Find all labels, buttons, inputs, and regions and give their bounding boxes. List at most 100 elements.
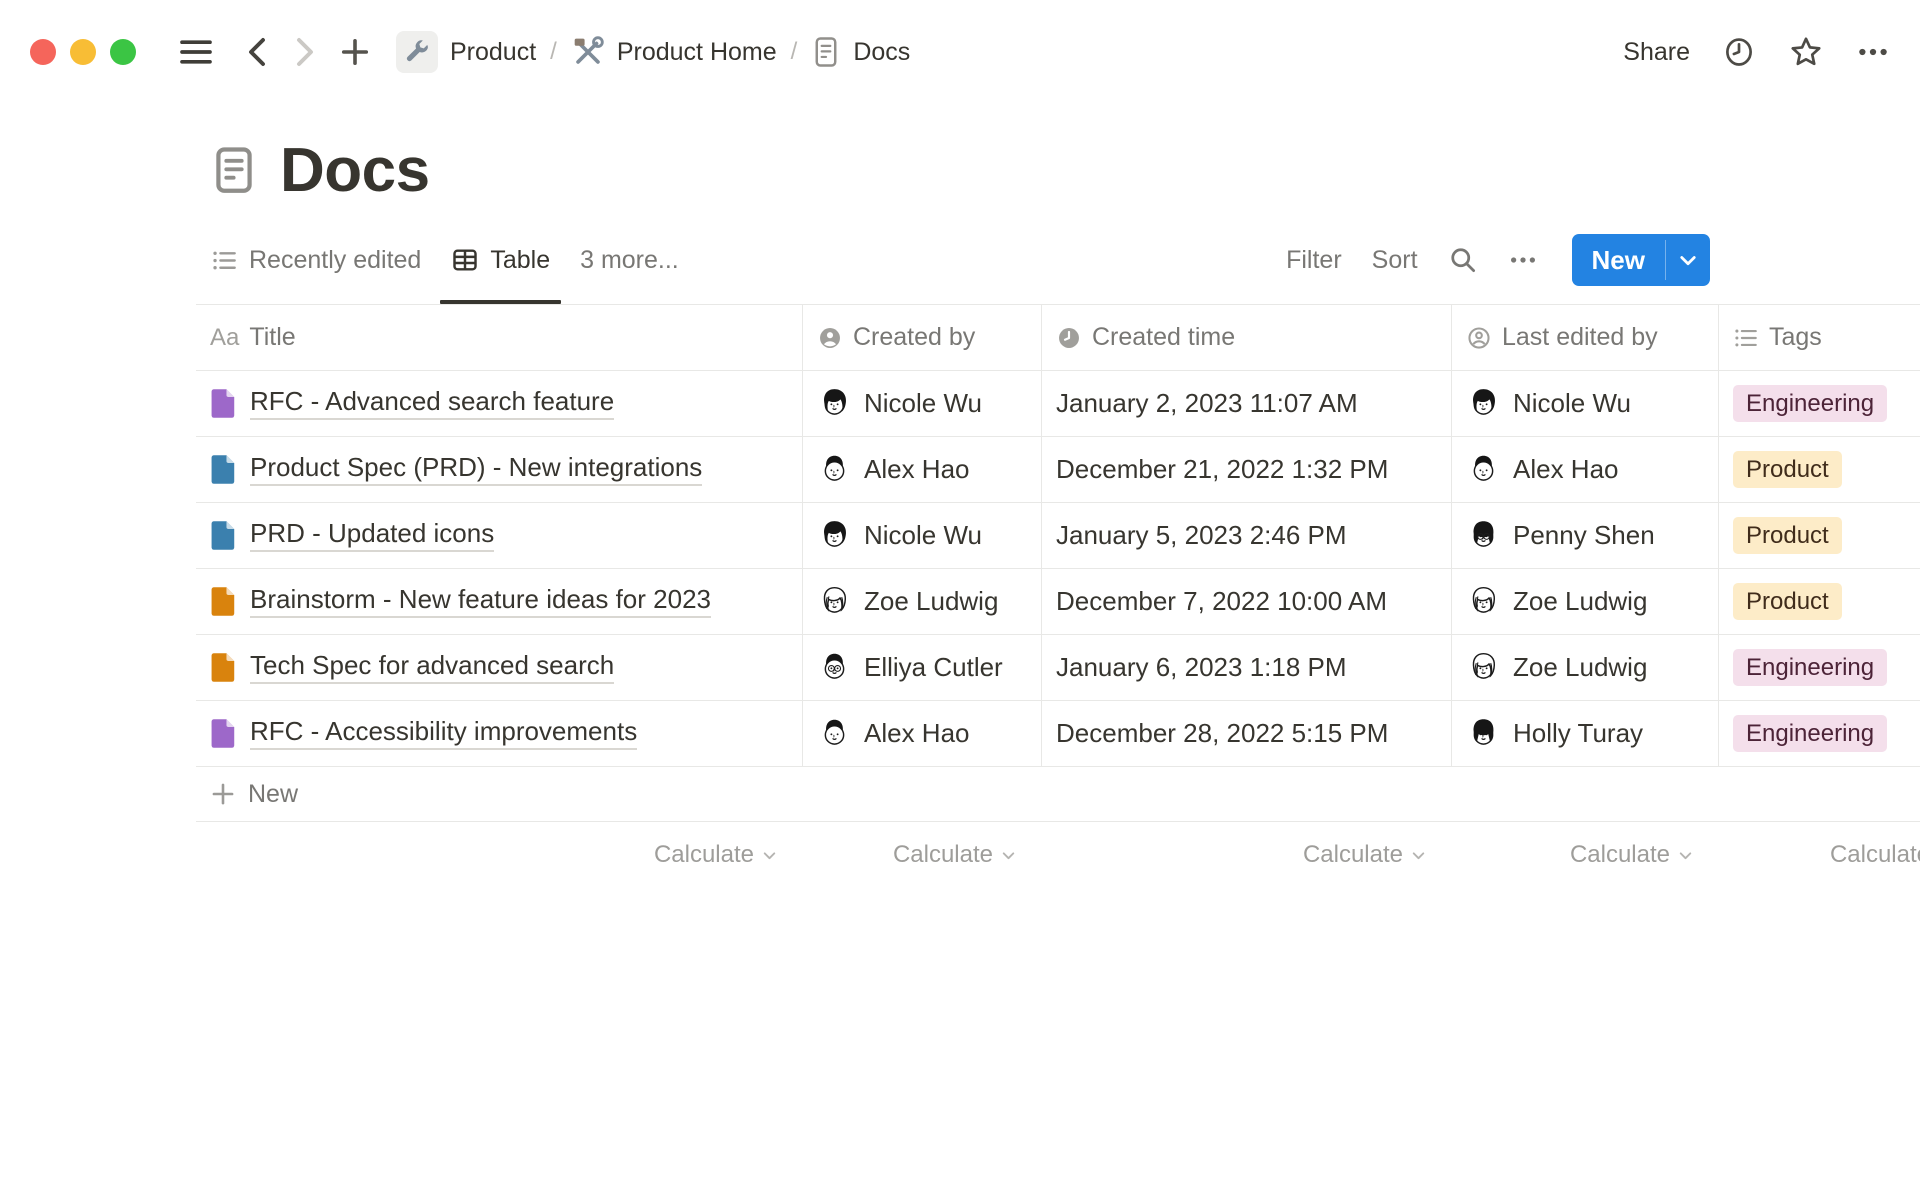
close-window-button[interactable] <box>30 39 56 65</box>
title-cell[interactable]: Product Spec (PRD) - New integrations <box>196 437 802 503</box>
share-button[interactable]: Share <box>1623 38 1690 67</box>
minimize-window-button[interactable] <box>70 39 96 65</box>
tag-pill[interactable]: Product <box>1733 451 1842 488</box>
tags-cell[interactable]: Product <box>1718 569 1920 635</box>
created-by-name: Alex Hao <box>864 718 970 749</box>
title-cell[interactable]: PRD - Updated icons <box>196 503 802 569</box>
tags-cell[interactable]: Product <box>1718 503 1920 569</box>
zoom-window-button[interactable] <box>110 39 136 65</box>
favorite-star-icon[interactable] <box>1788 34 1824 70</box>
tag-pill[interactable]: Product <box>1733 517 1842 554</box>
created-by-cell[interactable]: Elliya Cutler <box>802 635 1041 701</box>
tags-cell[interactable]: Engineering <box>1718 701 1920 767</box>
tags-cell[interactable]: Product <box>1718 437 1920 503</box>
calculate-created-time[interactable]: Calculate <box>1041 822 1451 888</box>
created-by-name: Nicole Wu <box>864 388 982 419</box>
back-button[interactable] <box>244 37 270 67</box>
calculate-title[interactable]: Calculate <box>196 822 802 888</box>
column-header-label: Created by <box>853 323 975 352</box>
last-edited-by-cell[interactable]: Holly Turay <box>1451 701 1718 767</box>
row-title-text[interactable]: Product Spec (PRD) - New integrations <box>250 453 702 487</box>
more-options-icon[interactable] <box>1856 35 1890 69</box>
breadcrumb-label-product-home[interactable]: Product Home <box>617 38 777 67</box>
created-by-cell[interactable]: Alex Hao <box>802 701 1041 767</box>
row-title-text[interactable]: Brainstorm - New feature ideas for 2023 <box>250 585 711 619</box>
last-edited-by-cell[interactable]: Zoe Ludwig <box>1451 569 1718 635</box>
traffic-lights <box>30 39 136 65</box>
title-cell[interactable]: Brainstorm - New feature ideas for 2023 <box>196 569 802 635</box>
updates-clock-icon[interactable] <box>1722 35 1756 69</box>
doc-page-icon <box>210 520 237 551</box>
new-button-group: New <box>1572 234 1710 286</box>
sidebar-menu-icon[interactable] <box>178 38 214 66</box>
add-row-label: New <box>248 780 298 809</box>
add-row-button[interactable]: New <box>196 767 1920 822</box>
breadcrumb-item-product[interactable] <box>396 31 438 73</box>
column-header-created-time[interactable]: Created time <box>1041 305 1451 371</box>
tab-recently-edited[interactable]: Recently edited <box>196 216 436 304</box>
column-header-tags[interactable]: Tags <box>1718 305 1920 371</box>
tag-pill[interactable]: Engineering <box>1733 649 1887 686</box>
filter-button[interactable]: Filter <box>1286 246 1342 275</box>
forward-button[interactable] <box>292 37 318 67</box>
created-time-cell[interactable]: January 5, 2023 2:46 PM <box>1041 503 1451 569</box>
tags-cell[interactable]: Engineering <box>1718 371 1920 437</box>
last-edited-by-cell[interactable]: Nicole Wu <box>1451 371 1718 437</box>
column-header-last-edited-by[interactable]: Last edited by <box>1451 305 1718 371</box>
breadcrumb-label-product[interactable]: Product <box>450 38 536 67</box>
calculate-created-by[interactable]: Calculate <box>802 822 1041 888</box>
title-cell[interactable]: RFC - Advanced search feature <box>196 371 802 437</box>
column-header-created-by[interactable]: Created by <box>802 305 1041 371</box>
created-by-avatar <box>817 650 852 685</box>
created-time-cell[interactable]: January 6, 2023 1:18 PM <box>1041 635 1451 701</box>
table-row: PRD - Updated icons Nicole Wu January 5,… <box>196 503 1920 569</box>
chevron-down-icon <box>1410 847 1427 864</box>
last-edited-by-name: Zoe Ludwig <box>1513 586 1647 617</box>
view-controls: Filter Sort New <box>1286 234 1710 286</box>
row-title-text[interactable]: RFC - Accessibility improvements <box>250 717 637 751</box>
tag-pill[interactable]: Engineering <box>1733 385 1887 422</box>
breadcrumb-label-docs[interactable]: Docs <box>853 38 910 67</box>
created-time-cell[interactable]: December 7, 2022 10:00 AM <box>1041 569 1451 635</box>
created-time-cell[interactable]: December 21, 2022 1:32 PM <box>1041 437 1451 503</box>
search-icon[interactable] <box>1448 245 1478 275</box>
created-by-cell[interactable]: Alex Hao <box>802 437 1041 503</box>
created-time-text: December 7, 2022 10:00 AM <box>1056 586 1387 617</box>
title-cell[interactable]: Tech Spec for advanced search <box>196 635 802 701</box>
last-edited-by-cell[interactable]: Alex Hao <box>1451 437 1718 503</box>
new-page-icon[interactable] <box>340 37 370 67</box>
tab-label: Recently edited <box>249 246 421 275</box>
calculate-tags[interactable]: Calculate <box>1718 822 1920 888</box>
new-button[interactable]: New <box>1572 234 1665 286</box>
created-time-cell[interactable]: January 2, 2023 11:07 AM <box>1041 371 1451 437</box>
view-options-icon[interactable] <box>1508 245 1538 275</box>
created-time-cell[interactable]: December 28, 2022 5:15 PM <box>1041 701 1451 767</box>
tag-pill[interactable]: Product <box>1733 583 1842 620</box>
tab-table[interactable]: Table <box>436 216 565 304</box>
column-header-title[interactable]: Aa Title <box>196 305 802 371</box>
row-title-text[interactable]: Tech Spec for advanced search <box>250 651 614 685</box>
row-title-text[interactable]: PRD - Updated icons <box>250 519 494 553</box>
table-row: RFC - Advanced search feature Nicole Wu … <box>196 371 1920 437</box>
page-title[interactable]: Docs <box>280 135 430 206</box>
last-edited-by-cell[interactable]: Zoe Ludwig <box>1451 635 1718 701</box>
tab-more-views[interactable]: 3 more... <box>565 216 694 304</box>
page-doc-icon[interactable] <box>212 145 256 195</box>
created-by-cell[interactable]: Nicole Wu <box>802 371 1041 437</box>
new-button-chevron-down-icon[interactable] <box>1666 234 1710 286</box>
calculate-last-edited-by[interactable]: Calculate <box>1451 822 1718 888</box>
wrench-icon <box>403 38 431 66</box>
created-by-cell[interactable]: Nicole Wu <box>802 503 1041 569</box>
column-header-label: Tags <box>1769 323 1822 352</box>
tag-pill[interactable]: Engineering <box>1733 715 1887 752</box>
last-edited-by-avatar <box>1466 650 1501 685</box>
sort-button[interactable]: Sort <box>1372 246 1418 275</box>
last-edited-by-cell[interactable]: Penny Shen <box>1451 503 1718 569</box>
tags-cell[interactable]: Engineering <box>1718 635 1920 701</box>
row-title-text[interactable]: RFC - Advanced search feature <box>250 387 614 421</box>
calculate-label: Calculate <box>1830 841 1920 869</box>
doc-page-icon <box>210 586 237 617</box>
table-icon <box>451 246 479 274</box>
created-by-cell[interactable]: Zoe Ludwig <box>802 569 1041 635</box>
title-cell[interactable]: RFC - Accessibility improvements <box>196 701 802 767</box>
